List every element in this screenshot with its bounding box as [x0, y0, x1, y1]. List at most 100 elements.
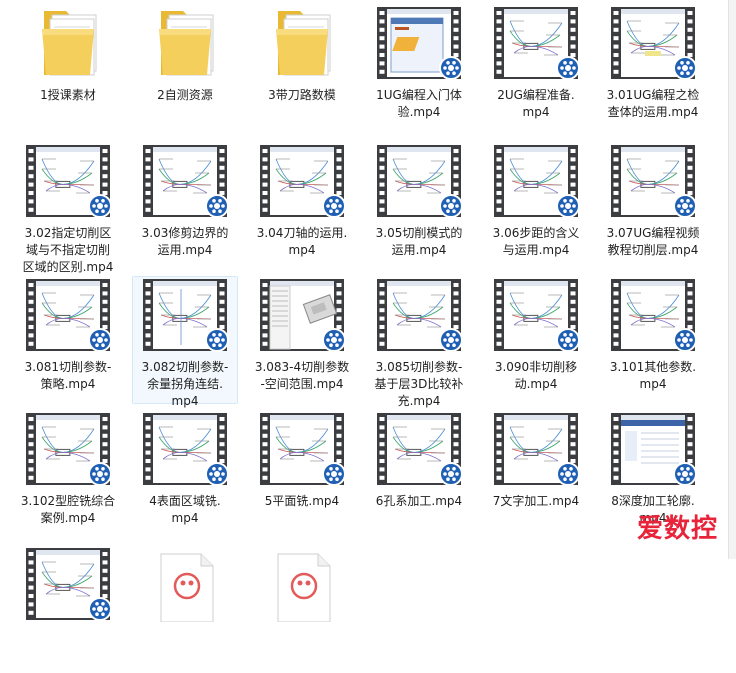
media-badge-icon [556, 462, 580, 486]
file-name-label: 3.04刀轴的运用. mp4 [256, 226, 348, 257]
file-name-label: 3.03修剪边界的 运用.mp4 [141, 226, 229, 257]
video-file-item[interactable]: 3.04刀轴的运用. mp4 [249, 142, 355, 270]
pdf-file-item[interactable] [249, 545, 355, 673]
video-thumbnail-icon [488, 143, 584, 219]
video-file-item[interactable]: 3.081切削参数- 策略.mp4 [15, 276, 121, 404]
video-file-item[interactable]: 1UG编程入门体 验.mp4 [366, 4, 472, 132]
file-name-label: 6孔系加工.mp4 [375, 494, 463, 508]
folder-item[interactable]: 2自测资源 [132, 4, 238, 132]
pdf-file-icon [254, 546, 350, 623]
video-file-item[interactable]: 3.05切削模式的 运用.mp4 [366, 142, 472, 270]
video-file-item[interactable]: 3.083-4切削参数 -空间范围.mp4 [249, 276, 355, 404]
file-name-label: 2自测资源 [157, 88, 213, 102]
media-badge-icon [88, 328, 112, 352]
video-file-item[interactable]: 3.01UG编程之检 查体的运用.mp4 [600, 4, 706, 132]
video-thumbnail-icon [605, 143, 701, 219]
media-badge-icon [673, 194, 697, 218]
media-badge-icon [673, 328, 697, 352]
video-file-item[interactable]: 3.03修剪边界的 运用.mp4 [132, 142, 238, 270]
video-file-item[interactable]: 4表面区域铣. mp4 [132, 410, 238, 538]
video-thumbnail-icon [371, 277, 467, 353]
video-thumbnail-icon [20, 277, 116, 353]
video-file-item[interactable]: 2UG编程准备. mp4 [483, 4, 589, 132]
video-thumbnail-icon [137, 143, 233, 219]
media-badge-icon [556, 56, 580, 80]
video-thumbnail-icon [488, 277, 584, 353]
file-name-label: 4表面区域铣. mp4 [149, 494, 221, 525]
media-badge-icon [439, 56, 463, 80]
file-name-label: 3.082切削参数- 余量拐角连结. mp4 [141, 360, 229, 408]
video-file-item[interactable]: 3.07UG编程视频 教程切削层.mp4 [600, 142, 706, 270]
file-name-label: 3.06步距的含义 与运用.mp4 [492, 226, 580, 257]
video-thumbnail-icon [254, 277, 350, 353]
file-name-label: 3带刀路数模 [268, 88, 336, 102]
video-thumbnail-icon [488, 411, 584, 487]
file-grid: 1授课素材 2自测资源 3带刀路数模 1UG编程入门体 验.mp4 2UG编程准 [0, 0, 736, 623]
media-badge-icon [439, 462, 463, 486]
media-badge-icon [322, 328, 346, 352]
video-thumbnail-icon [605, 5, 701, 81]
video-thumbnail-icon [254, 143, 350, 219]
media-badge-icon [673, 462, 697, 486]
media-badge-icon [322, 462, 346, 486]
file-name-label: 3.02指定切削区 域与不指定切削 区域的区别.mp4 [22, 226, 114, 274]
file-name-label: 1UG编程入门体 验.mp4 [376, 88, 462, 119]
video-file-item[interactable] [15, 545, 121, 673]
video-thumbnail-icon [254, 411, 350, 487]
video-thumbnail-icon [605, 411, 701, 487]
file-name-label: 3.083-4切削参数 -空间范围.mp4 [254, 360, 350, 391]
media-badge-icon [88, 597, 112, 621]
video-file-item[interactable]: 3.102型腔铣综合 案例.mp4 [15, 410, 121, 538]
folder-item[interactable]: 3带刀路数模 [249, 4, 355, 132]
video-file-item[interactable]: 7文字加工.mp4 [483, 410, 589, 538]
media-badge-icon [556, 328, 580, 352]
file-name-label: 5平面铣.mp4 [264, 494, 340, 508]
file-name-label: 3.090非切削移 动.mp4 [494, 360, 578, 391]
folder-icon [137, 5, 233, 81]
video-file-item[interactable]: 3.02指定切削区 域与不指定切削 区域的区别.mp4 [15, 142, 121, 274]
video-thumbnail-icon [488, 5, 584, 81]
watermark-logo: 爱数控 [636, 514, 718, 544]
video-file-item[interactable]: 3.06步距的含义 与运用.mp4 [483, 142, 589, 270]
file-name-label: 3.01UG编程之检 查体的运用.mp4 [606, 88, 700, 119]
file-name-label: 3.102型腔铣综合 案例.mp4 [20, 494, 116, 525]
media-badge-icon [205, 462, 229, 486]
file-name-label: 3.081切削参数- 策略.mp4 [24, 360, 112, 391]
folder-item[interactable]: 1授课素材 [15, 4, 121, 132]
video-file-item[interactable]: 3.090非切削移 动.mp4 [483, 276, 589, 404]
video-thumbnail-icon [371, 143, 467, 219]
folder-icon [20, 5, 116, 81]
file-name-label: 2UG编程准备. mp4 [497, 88, 575, 119]
media-badge-icon [205, 328, 229, 352]
folder-icon [254, 5, 350, 81]
video-file-item[interactable]: 3.082切削参数- 余量拐角连结. mp4 [132, 276, 238, 408]
file-name-label: 7文字加工.mp4 [492, 494, 580, 508]
video-thumbnail-icon [20, 546, 116, 622]
video-thumbnail-icon [20, 143, 116, 219]
media-badge-icon [322, 194, 346, 218]
video-thumbnail-icon [20, 411, 116, 487]
file-name-label: 3.085切削参数- 基于层3D比较补 充.mp4 [374, 360, 464, 408]
video-file-item[interactable]: 6孔系加工.mp4 [366, 410, 472, 538]
video-file-item[interactable]: 3.101其他参数. mp4 [600, 276, 706, 404]
media-badge-icon [205, 194, 229, 218]
video-thumbnail-icon [371, 411, 467, 487]
video-thumbnail-icon [137, 411, 233, 487]
media-badge-icon [556, 194, 580, 218]
media-badge-icon [673, 56, 697, 80]
media-badge-icon [439, 328, 463, 352]
pdf-file-item[interactable] [132, 545, 238, 673]
file-name-label: 3.07UG编程视频 教程切削层.mp4 [606, 226, 700, 257]
media-badge-icon [439, 194, 463, 218]
media-badge-icon [88, 194, 112, 218]
vertical-scrollbar[interactable] [728, 0, 736, 559]
video-thumbnail-icon [371, 5, 467, 81]
video-thumbnail-icon [605, 277, 701, 353]
file-name-label: 1授课素材 [40, 88, 96, 102]
video-file-item[interactable]: 3.085切削参数- 基于层3D比较补 充.mp4 [366, 276, 472, 408]
file-name-label: 3.101其他参数. mp4 [609, 360, 697, 391]
video-thumbnail-icon [137, 277, 233, 353]
pdf-file-icon [137, 546, 233, 623]
video-file-item[interactable]: 5平面铣.mp4 [249, 410, 355, 538]
media-badge-icon [88, 462, 112, 486]
